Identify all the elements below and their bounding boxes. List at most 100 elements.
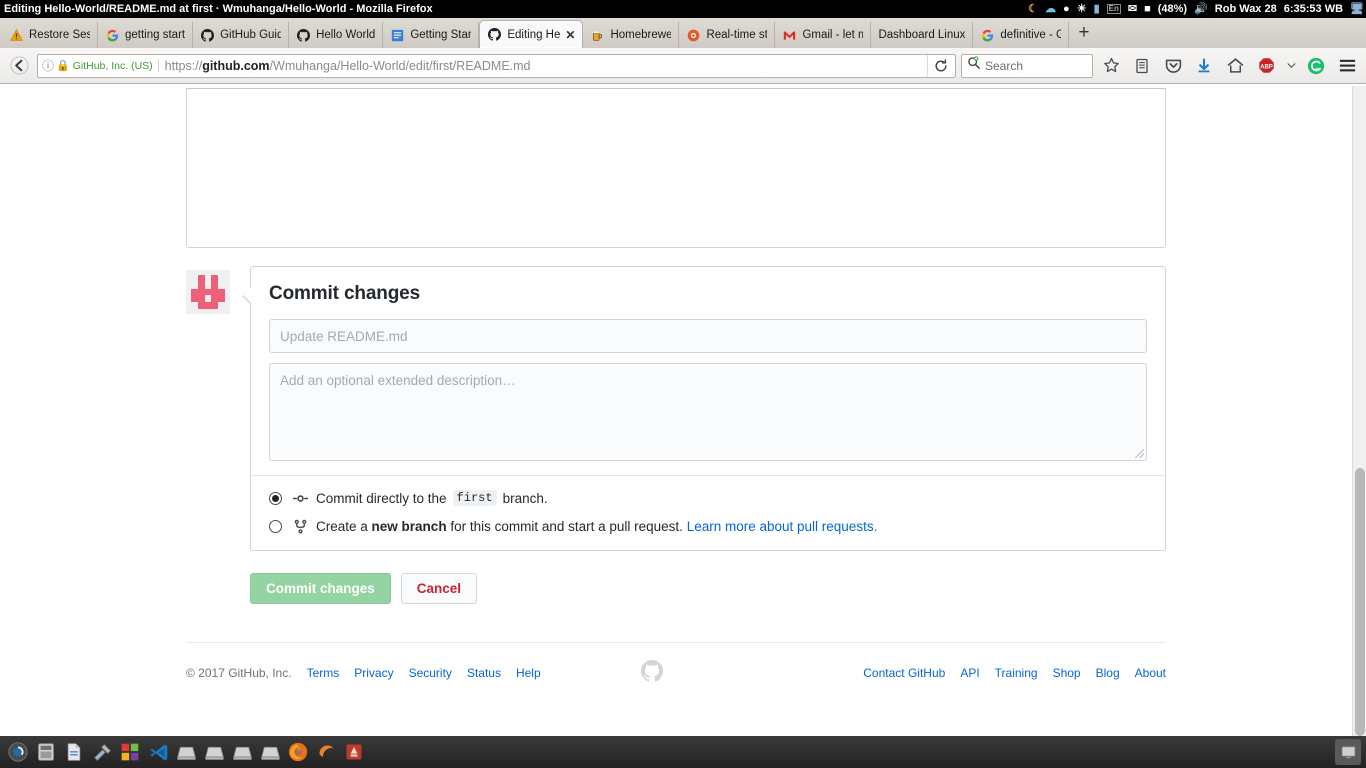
browser-tab[interactable]: Restore Sess [2,22,98,48]
home-icon[interactable] [1222,53,1248,79]
reload-icon[interactable] [927,54,953,78]
avatar-cell [218,295,225,302]
git-branch-icon [291,519,309,534]
footer-link-blog[interactable]: Blog [1096,666,1120,680]
footer-link-api[interactable]: API [960,666,979,680]
radio-new-branch[interactable] [269,520,282,533]
text-editor-icon[interactable] [61,739,87,765]
back-arrow-icon[interactable] [6,53,32,79]
browser-tab[interactable]: Homebrewer [583,22,679,48]
footer-link-security[interactable]: Security [409,666,452,680]
site-identity[interactable]: 🔒 GitHub, Inc. (US) [56,59,159,72]
ubuntu-icon[interactable] [313,739,339,765]
option-commit-directly-prefix: Commit directly to the [316,491,447,506]
browser-tab[interactable]: Hello World [289,22,383,48]
pull-request-help-link[interactable]: Learn more about pull requests. [687,519,878,534]
terminal-icon[interactable] [257,739,283,765]
footer-link-shop[interactable]: Shop [1053,666,1081,680]
browser-tab[interactable]: Dashboard Linux [871,22,973,48]
dropbox-icon[interactable]: ● [1063,4,1070,15]
commit-changes-button[interactable]: Commit changes [250,573,391,604]
footer-link-terms[interactable]: Terms [307,666,340,680]
footer-copyright: © 2017 GitHub, Inc. [186,666,292,680]
display-icon[interactable]: 🖥 [1350,4,1364,15]
page-scrollbar[interactable] [1352,86,1366,736]
footer-link-contact[interactable]: Contact GitHub [863,666,945,680]
commit-form-body: Commit changes Update README.md Add an o… [251,267,1165,475]
app-launcher-icon[interactable] [5,739,31,765]
redapp-icon[interactable] [341,739,367,765]
search-input[interactable]: Search [961,54,1093,78]
identity-org-label: GitHub, Inc. (US) [73,60,153,72]
window-title: Editing Hello-World/README.md at first ·… [4,3,433,15]
tab-label: Restore Sess [29,29,90,41]
tray-clock[interactable]: 6:35:53 WB [1284,3,1343,15]
commit-summary-input[interactable]: Update README.md [269,319,1147,353]
close-tab-icon[interactable]: ✕ [565,29,575,41]
tools-icon[interactable] [89,739,115,765]
file-editor-area[interactable] [186,88,1166,248]
tray-user-label[interactable]: Rob Wax 28 [1215,3,1277,15]
firefox-icon[interactable] [285,739,311,765]
hamburger-menu-icon[interactable] [1334,53,1360,79]
grammarly-icon[interactable] [1303,53,1329,79]
scrollbar-thumb[interactable] [1355,468,1365,736]
calculator-icon[interactable] [33,739,59,765]
terminal-icon[interactable] [229,739,255,765]
commit-description-textarea[interactable]: Add an optional extended description… [269,363,1147,461]
cancel-button[interactable]: Cancel [401,573,477,604]
network-icon[interactable]: ☁ [1045,4,1056,15]
library-icon[interactable] [1129,53,1155,79]
pocket-icon[interactable] [1160,53,1186,79]
browser-tab-active[interactable]: Editing He ✕ [479,20,583,48]
avatar-cell [191,295,198,302]
battery-icon[interactable]: ■ [1144,4,1151,15]
github-page: Commit changes Update README.md Add an o… [0,86,1352,685]
show-desktop-icon[interactable] [1335,739,1361,765]
star-icon[interactable] [1098,53,1124,79]
option-commit-directly[interactable]: Commit directly to the first branch. [269,490,1147,506]
browser-tab[interactable]: definitive - G [973,22,1069,48]
info-icon[interactable]: ⓘ [42,57,54,74]
avatar-cell [205,295,212,302]
github-icon [296,28,311,43]
avatar [186,270,230,314]
footer-link-status[interactable]: Status [467,666,501,680]
url-domain: github.com [202,59,269,73]
page-container: Commit changes Update README.md Add an o… [186,86,1166,685]
footer-link-help[interactable]: Help [516,666,541,680]
url-bar[interactable]: ⓘ 🔒 GitHub, Inc. (US) https://github.com… [37,54,956,78]
terminal-icon[interactable] [173,739,199,765]
message-icon[interactable]: ▮ [1094,4,1100,15]
browser-tab[interactable]: GitHub Guide [193,22,289,48]
volume-icon[interactable]: 🔊 [1194,4,1208,15]
download-arrow-icon[interactable] [1191,53,1217,79]
browser-tab[interactable]: getting start [98,22,193,48]
tab-label: definitive - G [1000,29,1061,41]
avatar-cell [218,289,225,296]
windows-tiles-icon[interactable] [117,739,143,765]
chevron-down-icon[interactable] [1284,53,1298,79]
tab-label: Gmail - let m [802,29,863,41]
footer-link-privacy[interactable]: Privacy [354,666,393,680]
vscode-icon[interactable] [145,739,171,765]
footer-link-training[interactable]: Training [995,666,1038,680]
abp-icon[interactable]: ABP [1253,53,1279,79]
moon-icon[interactable]: ☾ [1028,4,1038,15]
terminal-icon[interactable] [201,739,227,765]
option-new-branch[interactable]: Create a new branch for this commit and … [269,519,1147,534]
mail-icon[interactable]: ✉ [1128,4,1137,15]
commit-summary-placeholder: Update README.md [280,329,408,344]
commit-actions: Commit changes Cancel [250,573,1166,604]
new-tab-button[interactable]: + [1069,23,1098,44]
browser-tab[interactable]: Getting Start [383,22,479,48]
browser-tab[interactable]: Real-time str [679,22,775,48]
browser-tab[interactable]: Gmail - let m [775,22,871,48]
desktop-taskbar [0,736,1366,768]
brightness-icon[interactable]: ☀ [1077,4,1087,15]
tab-label: getting start [125,29,185,41]
keyboard-layout-icon[interactable]: En [1107,4,1121,14]
page-footer: © 2017 GitHub, Inc. Terms Privacy Securi… [186,642,1166,685]
footer-link-about[interactable]: About [1135,666,1166,680]
radio-commit-directly[interactable] [269,492,282,505]
